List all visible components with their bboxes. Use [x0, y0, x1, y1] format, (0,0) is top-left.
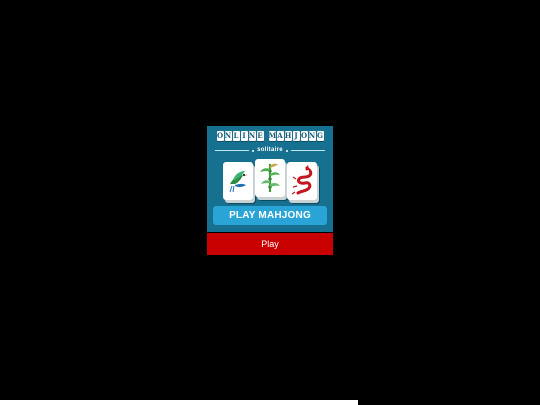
logo-letter: O — [216, 131, 224, 141]
play-button[interactable]: Play — [207, 233, 333, 255]
divider — [215, 150, 250, 151]
logo-letter: E — [256, 131, 264, 141]
logo-subtitle-row: solitaire — [215, 146, 325, 155]
logo-letter: J — [292, 131, 300, 141]
bamboo-tile-icon — [255, 159, 285, 197]
game-logo: O N L I N E M A H J O N G solitaire — [207, 131, 333, 157]
logo-letter: N — [248, 131, 256, 141]
dragon-tile-icon — [287, 162, 317, 200]
logo-letter: N — [308, 131, 316, 141]
logo-letter: G — [316, 131, 324, 141]
divider — [290, 150, 325, 151]
mahjong-tiles — [221, 158, 321, 202]
bird-tile-icon — [223, 162, 253, 200]
play-mahjong-banner[interactable]: PLAY MAHJONG — [213, 206, 327, 225]
logo-letter: I — [240, 131, 248, 141]
logo-letter: M — [268, 131, 277, 141]
game-stage: O N L I N E M A H J O N G solitaire PLAY… — [0, 0, 540, 405]
dot-icon — [285, 149, 288, 152]
game-thumbnail[interactable]: O N L I N E M A H J O N G solitaire PLAY… — [207, 126, 333, 232]
logo-letter: O — [300, 131, 308, 141]
logo-letter-gap — [265, 131, 268, 141]
logo-subtitle: solitaire — [257, 147, 283, 153]
dot-icon — [252, 149, 255, 152]
progress-bar — [0, 400, 358, 405]
logo-letter: A — [276, 131, 284, 141]
logo-title: O N L I N E M A H J O N G — [214, 131, 326, 142]
logo-letter: L — [232, 131, 240, 141]
logo-letter: N — [224, 131, 232, 141]
logo-letter: H — [284, 131, 292, 141]
